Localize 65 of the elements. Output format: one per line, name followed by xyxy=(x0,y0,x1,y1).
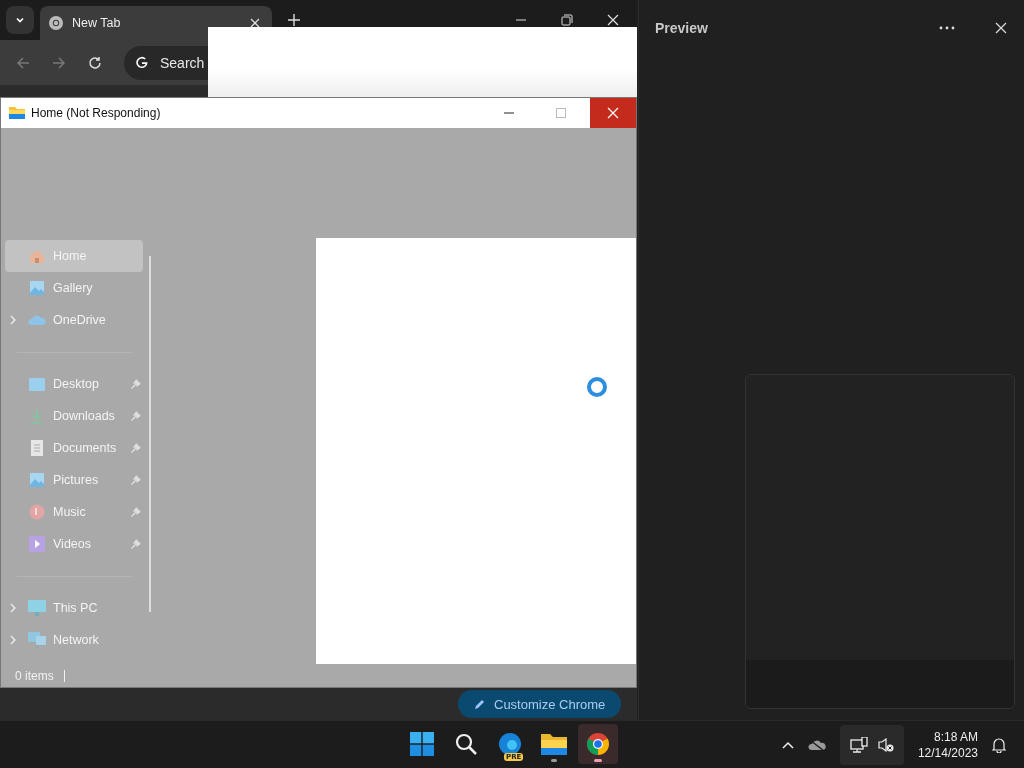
monitor-icon xyxy=(28,600,46,616)
picture-icon xyxy=(29,472,45,488)
pin-icon xyxy=(131,411,141,421)
tab-search-button[interactable] xyxy=(6,6,34,34)
nav-item[interactable]: OneDrive xyxy=(5,304,143,336)
house-icon xyxy=(29,248,45,264)
new-tab-icon[interactable] xyxy=(288,14,300,26)
folder-icon xyxy=(9,106,25,120)
music-icon xyxy=(29,504,45,520)
close-icon[interactable] xyxy=(995,22,1007,34)
forward-icon[interactable] xyxy=(52,55,66,70)
restore-icon[interactable] xyxy=(561,14,573,26)
chevron-up-icon[interactable] xyxy=(781,741,794,749)
muted-speaker-icon xyxy=(877,738,894,752)
time-text: 8:18 AM xyxy=(933,729,978,745)
picture-icon xyxy=(29,280,45,296)
quick-settings-button[interactable] xyxy=(839,725,904,765)
panel-title: Preview xyxy=(655,20,708,36)
pin-icon xyxy=(131,475,141,485)
pin-icon xyxy=(131,507,141,517)
edge-icon xyxy=(498,732,522,756)
window-title: Home (Not Responding) xyxy=(31,106,161,120)
close-icon xyxy=(607,107,619,119)
document-icon xyxy=(31,440,43,456)
taskbar-app[interactable] xyxy=(578,724,618,764)
bell-icon[interactable] xyxy=(992,737,1006,753)
maximize-icon xyxy=(556,108,566,118)
network-icon xyxy=(849,737,868,753)
nav-item[interactable]: Downloads xyxy=(5,400,143,432)
loading-spinner-icon xyxy=(586,376,608,398)
search-icon xyxy=(455,733,477,755)
windows-logo-icon xyxy=(410,732,434,756)
pin-icon xyxy=(131,539,141,549)
nav-item[interactable]: Pictures xyxy=(5,464,143,496)
nav-item[interactable]: Gallery xyxy=(5,272,143,304)
chrome-icon xyxy=(48,15,64,31)
pin-icon xyxy=(131,443,141,453)
clock[interactable]: 8:18 AM 12/14/2023 xyxy=(917,729,978,761)
video-icon xyxy=(29,536,45,552)
scrollbar[interactable] xyxy=(149,256,151,612)
status-text: 0 items xyxy=(15,668,54,683)
nav-item[interactable]: Network xyxy=(5,624,143,656)
desktop-icon xyxy=(29,377,45,391)
nav-item[interactable]: Documents xyxy=(5,432,143,464)
download-icon xyxy=(30,408,44,424)
nav-item[interactable]: This PC xyxy=(5,592,143,624)
pin-icon xyxy=(131,379,141,389)
customize-button[interactable]: Customize Chrome xyxy=(458,690,622,718)
chrome-icon xyxy=(586,732,610,756)
folder-icon xyxy=(541,733,567,755)
browser-tab[interactable]: New Tab xyxy=(40,6,272,40)
google-icon xyxy=(134,54,150,71)
more-icon[interactable] xyxy=(939,26,955,30)
close-icon[interactable] xyxy=(250,18,260,28)
pencil-icon xyxy=(474,698,486,710)
nav-item[interactable]: Videos xyxy=(5,528,143,560)
cloud-icon xyxy=(28,314,46,326)
reload-icon[interactable] xyxy=(88,55,102,70)
nav-item[interactable]: Desktop xyxy=(5,368,143,400)
close-icon[interactable] xyxy=(607,14,619,26)
date-text: 12/14/2023 xyxy=(917,745,978,761)
network-icon xyxy=(28,632,46,648)
cloud-icon[interactable] xyxy=(807,739,826,751)
nav-item[interactable]: Music xyxy=(5,496,143,528)
back-icon[interactable] xyxy=(16,55,30,70)
